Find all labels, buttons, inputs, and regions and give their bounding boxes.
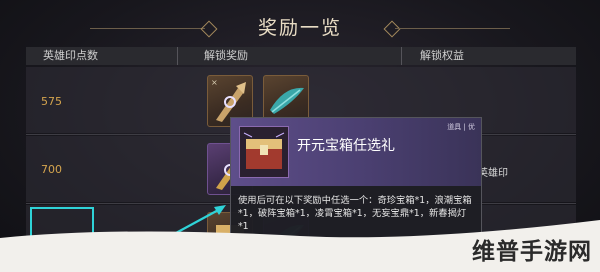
- watermark-text: 维普手游网: [472, 239, 592, 265]
